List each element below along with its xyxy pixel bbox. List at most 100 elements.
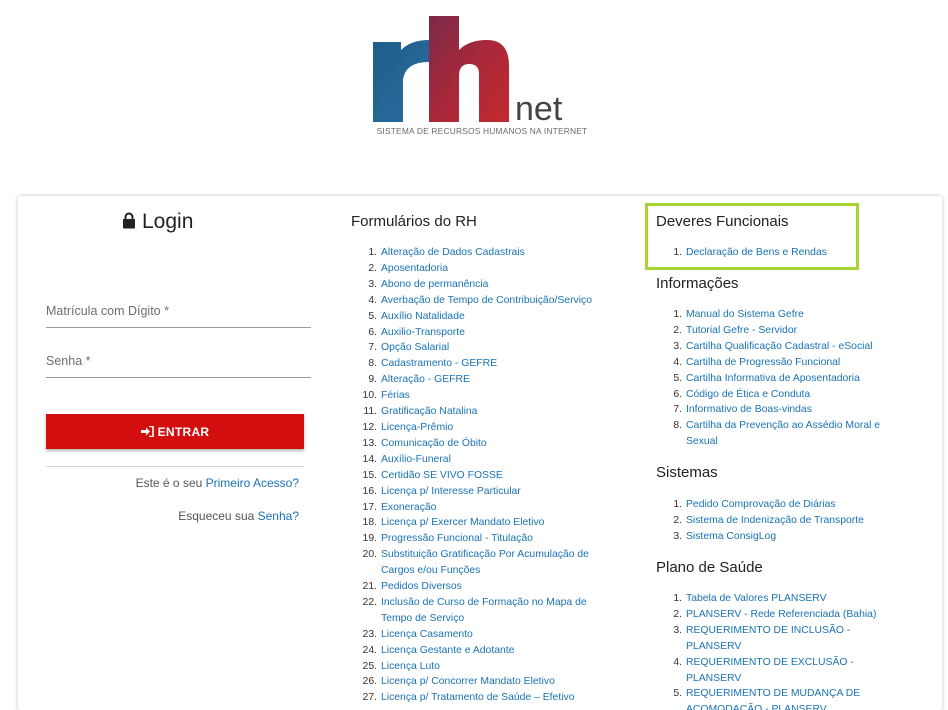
formularios-link[interactable]: Cadastramento - GEFRE [381,358,497,369]
list-item-number: 3. [673,530,682,542]
list-item-number: 21. [362,581,377,593]
matricula-field [46,297,311,328]
formularios-link[interactable]: Auxílio-Funeral [381,454,451,465]
formularios-link[interactable]: Licença Casamento [381,629,473,640]
informacoes-link[interactable]: Manual do Sistema Gefre [686,309,804,320]
enter-button[interactable]: ENTRAR [46,414,304,449]
list-item: 13. Comunicação de Óbito [351,436,613,452]
list-item-number: 23. [362,628,377,640]
list-item: 26. Licença p/ Concorrer Mandato Eletivo [351,674,613,690]
informacoes-link[interactable]: Cartilha Informativa de Aposentadoria [686,373,860,384]
informacoes-link[interactable]: Cartilha de Progressão Funcional [686,357,840,368]
formularios-link[interactable]: Abono de permanência [381,279,488,290]
formularios-link[interactable]: Pedidos Diversos [381,581,462,592]
saude-link[interactable]: REQUERIMENTO DE EXCLUSÃO - PLANSERV [686,657,854,684]
list-item: 1. Manual do Sistema Gefre [656,307,902,323]
list-item: 17. Exoneração [351,500,613,516]
top-strip [0,0,948,6]
login-title-text: Login [142,210,194,233]
formularios-link[interactable]: Gratificação Natalina [381,406,477,417]
forgot-password-line: Esqueceu sua Senha? [178,509,299,523]
list-item-number: 4. [368,294,377,306]
sistemas-link[interactable]: Pedido Comprovação de Diárias [686,499,836,510]
list-item-number: 25. [362,660,377,672]
formularios-link[interactable]: Auxílio Natalidade [381,311,465,322]
sistemas-link[interactable]: Sistema ConsigLog [686,531,776,542]
enter-button-label: ENTRAR [157,424,210,439]
list-item: 2. PLANSERV - Rede Referenciada (Bahia) [656,607,902,623]
formularios-link[interactable]: Férias [381,390,410,401]
informacoes-title: Informações [656,275,739,292]
formularios-link[interactable]: Aposentadoria [381,263,448,274]
list-item: 11. Gratificação Natalina [351,404,613,420]
list-item: 25. Licença Luto [351,659,613,675]
senha-input[interactable] [46,347,311,375]
sistemas-link[interactable]: Sistema de Indenização de Transporte [686,515,864,526]
formularios-link[interactable]: Opção Salarial [381,342,449,353]
lock-icon [122,211,136,235]
formularios-link[interactable]: Licença p/ Tratamento de Saúde – Efetivo [381,692,575,703]
list-item-number: 3. [673,624,682,636]
list-item-number: 7. [368,342,377,354]
formularios-link[interactable]: Licença-Prêmio [381,422,453,433]
list-item: 22. Inclusão de Curso de Formação no Mapa… [351,595,613,627]
formularios-link[interactable]: Licença p/ Concorrer Mandato Eletivo [381,676,555,687]
sign-in-icon [140,426,154,437]
list-item: 1. Alteração de Dados Cadastrais [351,245,613,261]
deveres-title: Deveres Funcionais [656,213,789,230]
forgot-password-link[interactable]: Senha? [258,509,299,523]
list-item: 5. Cartilha Informativa de Aposentadoria [656,371,902,387]
informacoes-link[interactable]: Cartilha da Prevenção ao Assédio Moral e… [686,420,880,447]
informacoes-link[interactable]: Informativo de Boas-vindas [686,404,812,415]
formularios-link[interactable]: Alteração de Dados Cadastrais [381,247,525,258]
list-item-number: 15. [362,469,377,481]
list-item-number: 22. [362,596,377,608]
saude-link[interactable]: REQUERIMENTO DE MUDANÇA DE ACOMODAÇÃO - … [686,688,860,710]
first-access-line: Este é o seu Primeiro Acesso? [136,476,299,490]
formularios-link[interactable]: Licença p/ Exercer Mandato Eletivo [381,517,544,528]
list-item-number: 27. [362,692,377,704]
formularios-link[interactable]: Licença Luto [381,661,440,672]
list-item: 15. Certidão SE VIVO FOSSE [351,468,613,484]
list-item-number: 2. [673,608,682,620]
saude-link[interactable]: Tabela de Valores PLANSERV [686,593,827,604]
deveres-link[interactable]: Declaração de Bens e Rendas [686,247,827,258]
formularios-link[interactable]: Licença p/ Interesse Particular [381,486,521,497]
list-item: 5. REQUERIMENTO DE MUDANÇA DE ACOMODAÇÃO … [656,686,902,710]
informacoes-link[interactable]: Código de Ética e Conduta [686,389,810,400]
saude-link[interactable]: PLANSERV - Rede Referenciada (Bahia) [686,609,876,620]
list-item: 19. Progressão Funcional - Titulação [351,531,613,547]
formularios-link[interactable]: Substituição Gratificação Por Acumulação… [381,549,589,576]
formularios-link[interactable]: Inclusão de Curso de Formação no Mapa de… [381,597,587,624]
list-item-number: 1. [673,247,682,258]
formularios-link[interactable]: Averbação de Tempo de Contribuição/Servi… [381,295,592,306]
list-item: 1. Declaração de Bens e Rendas [656,245,916,261]
list-item: 3. Abono de permanência [351,277,613,293]
formularios-link[interactable]: Exoneração [381,502,436,513]
formularios-link[interactable]: Licença Gestante e Adotante [381,645,514,656]
login-title: Login [122,210,193,235]
list-item-number: 6. [673,388,682,400]
list-item-number: 26. [362,676,377,688]
first-access-link[interactable]: Primeiro Acesso? [206,476,299,490]
saude-link[interactable]: REQUERIMENTO DE INCLUSÃO - PLANSERV [686,625,850,652]
informacoes-link[interactable]: Tutorial Gefre - Servidor [686,325,797,336]
formularios-link[interactable]: Certidão SE VIVO FOSSE [381,470,503,481]
list-item-number: 1. [673,499,682,510]
list-item: 18. Licença p/ Exercer Mandato Eletivo [351,515,613,531]
list-item: 3. REQUERIMENTO DE INCLUSÃO - PLANSERV [656,623,902,655]
logo-tagline: SISTEMA DE RECURSOS HUMANOS NA INTERNET [376,126,588,136]
matricula-input[interactable] [46,297,311,325]
formularios-link[interactable]: Progressão Funcional - Titulação [381,533,533,544]
list-item-number: 5. [673,372,682,384]
list-item: 9. Alteração - GEFRE [351,372,613,388]
list-item: 3. Cartilha Qualificação Cadastral - eSoc… [656,339,902,355]
list-item-number: 3. [368,278,377,290]
formularios-link[interactable]: Auxilio-Transporte [381,327,465,338]
informacoes-link[interactable]: Cartilha Qualificação Cadastral - eSocia… [686,341,873,352]
sistemas-title: Sistemas [656,464,718,481]
formularios-link[interactable]: Comunicação de Óbito [381,438,487,449]
list-item: 10. Férias [351,388,613,404]
formularios-link[interactable]: Alteração - GEFRE [381,374,470,385]
list-item: 2. Tutorial Gefre - Servidor [656,323,902,339]
